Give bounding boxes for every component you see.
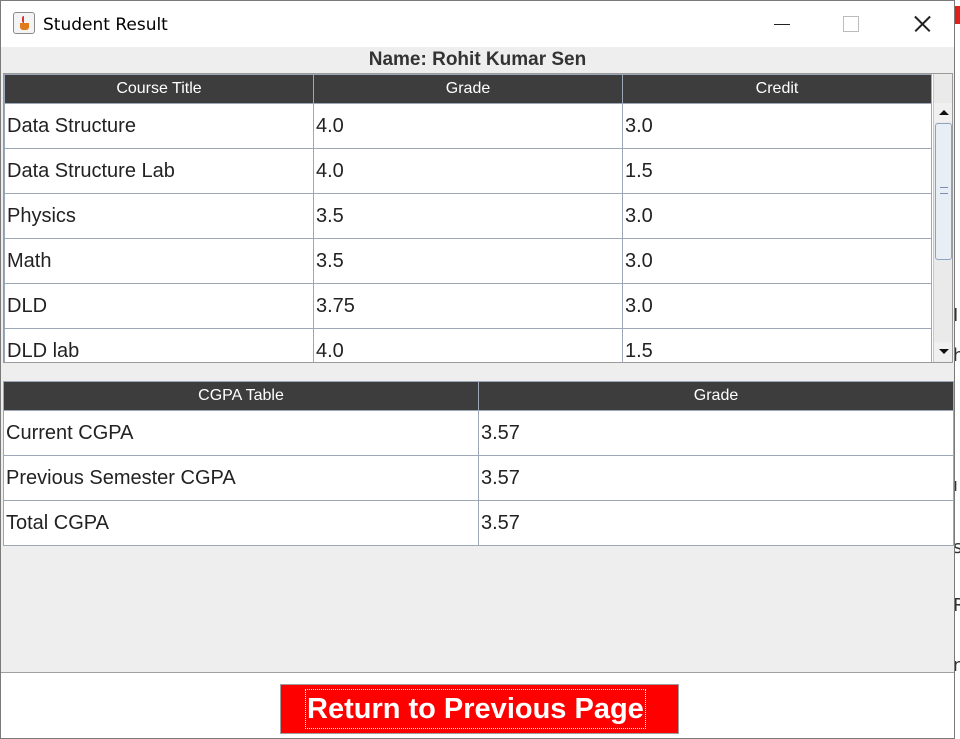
- cgpa-label-cell[interactable]: Previous Semester CGPA: [3, 455, 479, 501]
- course-title-cell[interactable]: Data Structure Lab: [4, 148, 314, 194]
- table-row[interactable]: Total CGPA 3.57: [3, 500, 954, 546]
- column-header-grade[interactable]: Grade: [478, 381, 954, 411]
- table-row[interactable]: Math 3.5 3.0: [4, 238, 932, 284]
- grade-cell[interactable]: 4.0: [313, 328, 623, 362]
- grade-cell[interactable]: 4.0: [313, 103, 623, 149]
- credit-cell[interactable]: 3.0: [622, 193, 932, 239]
- credit-cell[interactable]: 1.5: [622, 328, 932, 362]
- grade-cell[interactable]: 3.5: [313, 193, 623, 239]
- course-title-cell[interactable]: Physics: [4, 193, 314, 239]
- java-cup-icon: [13, 12, 35, 34]
- column-header-course-title[interactable]: Course Title: [4, 74, 314, 104]
- grade-cell[interactable]: 3.5: [313, 238, 623, 284]
- table-row[interactable]: Physics 3.5 3.0: [4, 193, 932, 239]
- grade-cell[interactable]: 3.75: [313, 283, 623, 329]
- close-button[interactable]: [886, 1, 954, 47]
- minimize-button[interactable]: [746, 1, 816, 47]
- vertical-scrollbar[interactable]: [933, 74, 952, 362]
- course-table-scrollpane[interactable]: Course Title Grade Credit Data Structure…: [3, 73, 953, 363]
- scroll-down-arrow-icon[interactable]: [934, 342, 952, 361]
- credit-cell[interactable]: 3.0: [622, 238, 932, 284]
- content-panel: Name: Rohit Kumar Sen Course Title Grade…: [1, 47, 954, 672]
- table-row[interactable]: Data Structure Lab 4.0 1.5: [4, 148, 932, 194]
- return-button-label: Return to Previous Page: [305, 689, 646, 729]
- credit-cell[interactable]: 1.5: [622, 148, 932, 194]
- column-header-grade[interactable]: Grade: [313, 74, 623, 104]
- cgpa-label-cell[interactable]: Total CGPA: [3, 500, 479, 546]
- table-row[interactable]: Previous Semester CGPA 3.57: [3, 455, 954, 501]
- cgpa-value-cell[interactable]: 3.57: [478, 410, 954, 456]
- student-result-window: Student Result Name: Rohit Kumar Sen Cou…: [0, 0, 955, 739]
- course-title-cell[interactable]: Math: [4, 238, 314, 284]
- scrollbar-thumb[interactable]: [935, 123, 952, 260]
- course-title-cell[interactable]: DLD lab: [4, 328, 314, 362]
- table-row[interactable]: Data Structure 4.0 3.0: [4, 103, 932, 149]
- background-red-mark: [955, 6, 960, 24]
- footer-panel: Return to Previous Page: [1, 672, 954, 738]
- title-bar[interactable]: Student Result: [1, 1, 954, 47]
- column-header-credit[interactable]: Credit: [622, 74, 932, 104]
- cgpa-label-cell[interactable]: Current CGPA: [3, 410, 479, 456]
- table-row[interactable]: DLD lab 4.0 1.5: [4, 328, 932, 362]
- return-to-previous-page-button[interactable]: Return to Previous Page: [280, 684, 679, 734]
- table-row[interactable]: Current CGPA 3.57: [3, 410, 954, 456]
- column-header-cgpa-table[interactable]: CGPA Table: [3, 381, 479, 411]
- grade-cell[interactable]: 4.0: [313, 148, 623, 194]
- credit-cell[interactable]: 3.0: [622, 283, 932, 329]
- course-table: Course Title Grade Credit Data Structure…: [4, 74, 932, 362]
- cgpa-value-cell[interactable]: 3.57: [478, 455, 954, 501]
- course-title-cell[interactable]: Data Structure: [4, 103, 314, 149]
- scroll-up-arrow-icon[interactable]: [934, 103, 952, 122]
- maximize-button[interactable]: [816, 1, 886, 47]
- cgpa-value-cell[interactable]: 3.57: [478, 500, 954, 546]
- student-name-label: Name: Rohit Kumar Sen: [368, 49, 587, 70]
- credit-cell[interactable]: 3.0: [622, 103, 932, 149]
- cgpa-table: CGPA Table Grade Current CGPA 3.57 Previ…: [3, 381, 954, 546]
- window-title: Student Result: [43, 15, 168, 35]
- course-title-cell[interactable]: DLD: [4, 283, 314, 329]
- table-row[interactable]: DLD 3.75 3.0: [4, 283, 932, 329]
